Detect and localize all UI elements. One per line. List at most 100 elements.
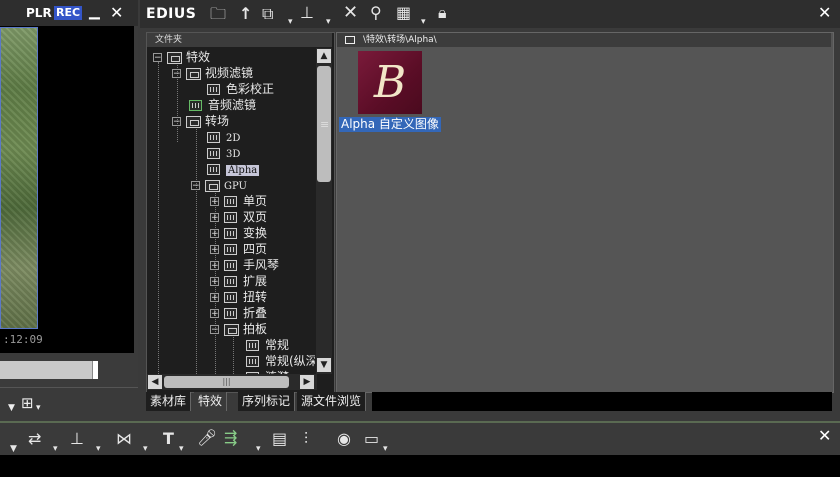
effect-thumbnail-letter: B (373, 57, 407, 108)
tree-item-label: 双页 (243, 210, 268, 224)
tree-item-normal-depth[interactable]: 常规(纵深 (246, 353, 315, 369)
dropdown-arrow-icon[interactable]: ▾ (326, 14, 331, 30)
up-folder-icon[interactable]: ↑ (239, 6, 252, 22)
tree-item-transitions[interactable]: − 转场 (172, 113, 229, 129)
tree-item-normal[interactable]: 常规 (246, 337, 289, 353)
transition-icon (224, 276, 237, 287)
add-to-timeline-icon[interactable]: ⊥ (300, 5, 314, 21)
tree-item-gpu[interactable]: − GPU (191, 177, 247, 193)
tree-item-fold[interactable]: + 折叠 (210, 305, 267, 321)
effect-icon (207, 84, 220, 95)
expand-icon[interactable]: + (210, 229, 219, 239)
collapse-icon[interactable]: − (210, 325, 219, 335)
tree-item-label: 3D (226, 149, 241, 160)
tree-item-color-correction[interactable]: 色彩校正 (207, 81, 274, 97)
tree-item-video-filters[interactable]: − 视频滤镜 (172, 65, 253, 81)
tree-item-label: 拍板 (243, 322, 268, 336)
transition-icon (207, 132, 220, 143)
transition-icon (207, 164, 220, 175)
tree-item-label: 单页 (243, 194, 268, 208)
splitter-grip-icon[interactable]: ≡ (320, 118, 329, 131)
close-icon[interactable]: ✕ (818, 426, 831, 445)
folder-tree: − 特效 − 视频滤镜 色彩校正 音频滤镜 − 转场 2D 3D Alpha − GPU… (147, 48, 315, 374)
tree-item-alpha[interactable]: Alpha (207, 161, 260, 177)
tab-bin[interactable]: 素材库 (146, 392, 192, 411)
tree-item-expand[interactable]: + 扩展 (210, 273, 267, 289)
horizontal-scroll-thumb[interactable]: ||| (164, 376, 289, 388)
add-clip-icon[interactable]: ⧉ (262, 6, 273, 22)
dropdown-arrow-icon[interactable]: ▼ (8, 403, 15, 413)
tree-item-accordion[interactable]: + 手风琴 (210, 257, 279, 273)
timeline-area[interactable] (0, 455, 840, 477)
dropdown-arrow-icon[interactable]: ▾ (421, 14, 426, 30)
tree-item-label: 折叠 (243, 306, 268, 320)
close-icon[interactable]: ✕ (818, 3, 831, 22)
insert-mode-icon[interactable]: ⊥ (70, 431, 84, 447)
tree-item-effects[interactable]: − 特效 (153, 49, 210, 65)
app-title: EDIUS (146, 6, 197, 22)
expand-icon[interactable]: + (210, 309, 219, 319)
collapse-icon[interactable]: − (191, 181, 200, 191)
close-icon[interactable]: ✕ (110, 3, 123, 22)
scrub-handle[interactable] (92, 361, 98, 379)
scroll-right-icon[interactable]: ▶ (300, 375, 314, 389)
folder-open-icon (186, 67, 201, 80)
effect-label[interactable]: Alpha 自定义图像 (339, 117, 441, 132)
tree-item-four-page[interactable]: + 四页 (210, 241, 267, 257)
scroll-up-icon[interactable]: ▲ (317, 49, 331, 63)
tree-item-label: Alpha (226, 165, 260, 176)
collapse-icon[interactable]: − (153, 53, 162, 63)
output-icon[interactable]: ⊞ (21, 394, 34, 412)
render-icon[interactable]: ⇶ (224, 430, 237, 446)
tree-item-3d[interactable]: 3D (207, 145, 240, 161)
properties-icon[interactable]: ⚲ (370, 5, 382, 21)
expand-icon[interactable]: + (210, 277, 219, 287)
ripple-mode-icon[interactable]: ⇄ (28, 431, 41, 447)
scroll-left-icon[interactable]: ◀ (148, 375, 162, 389)
tree-item-label: 手风琴 (243, 258, 280, 272)
transition-icon (224, 260, 237, 271)
scrub-bar[interactable] (0, 361, 97, 379)
preview-video-frame (0, 27, 38, 329)
tree-item-label: 特效 (186, 50, 211, 64)
delete-icon[interactable]: ✕ (343, 4, 358, 22)
collapse-icon[interactable]: − (172, 69, 181, 79)
scroll-down-icon[interactable]: ▼ (317, 358, 331, 372)
display-icon[interactable]: ▭ (364, 431, 379, 447)
tree-item-2d[interactable]: 2D (207, 129, 240, 145)
table-view-icon[interactable]: ▤ (272, 431, 287, 447)
preview-title: PLR (26, 6, 52, 20)
rec-badge[interactable]: REC (54, 6, 83, 20)
expand-icon[interactable]: + (210, 245, 219, 255)
microphone-icon[interactable]: 🎤︎ (197, 430, 217, 446)
tree-item-label: GPU (224, 181, 247, 192)
tree-item-label: 扩展 (243, 274, 268, 288)
expand-icon[interactable]: + (210, 261, 219, 271)
dropdown-arrow-icon[interactable]: ▾ (36, 403, 41, 413)
folder-open-icon (186, 115, 201, 128)
expand-icon[interactable]: + (210, 213, 219, 223)
expand-icon[interactable]: + (210, 197, 219, 207)
tree-item-double-page[interactable]: + 双页 (210, 209, 267, 225)
tree-item-audio-filters[interactable]: 音频滤镜 (189, 97, 256, 113)
tab-source-browser[interactable]: 源文件浏览 (297, 392, 367, 411)
tree-item-transform[interactable]: + 变换 (210, 225, 267, 241)
tree-item-single-page[interactable]: + 单页 (210, 193, 267, 209)
folder-open-icon (205, 179, 220, 192)
view-mode-icon[interactable]: ▦ (396, 5, 411, 21)
collapse-icon[interactable]: − (172, 117, 181, 127)
tab-sequence-markers[interactable]: 序列标记 (238, 392, 296, 411)
title-text-icon[interactable]: T (163, 431, 174, 447)
tree-item-clapper[interactable]: − 拍板 (210, 321, 267, 337)
tree-item-twist[interactable]: + 扭转 (210, 289, 267, 305)
lock-icon[interactable]: 🔒︎ (438, 5, 447, 21)
minimize-icon[interactable]: ▁ (89, 4, 100, 20)
tab-effects[interactable]: 特效 (194, 392, 228, 411)
mixer-icon[interactable]: ⫶ (304, 431, 308, 447)
split-icon[interactable]: ⋈ (116, 431, 132, 447)
color-wheel-icon[interactable]: ◉ (337, 431, 351, 447)
expand-icon[interactable]: + (210, 293, 219, 303)
dropdown-arrow-icon[interactable]: ▾ (288, 14, 293, 30)
folder-icon[interactable]: 🗀 (210, 6, 226, 22)
transition-icon (224, 308, 237, 319)
